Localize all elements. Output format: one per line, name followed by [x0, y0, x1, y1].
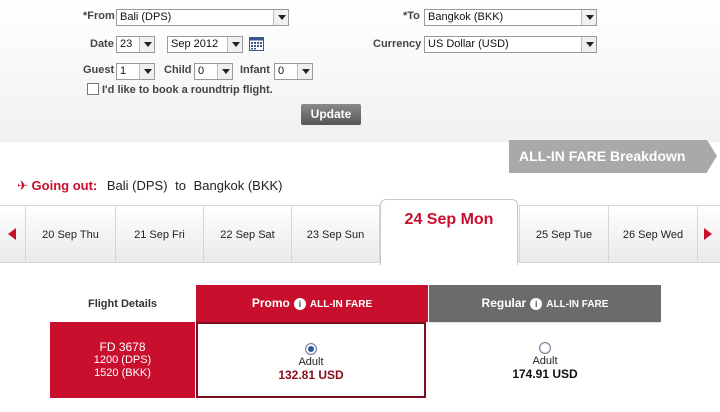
promo-radio[interactable]: [305, 343, 317, 355]
regular-price: 174.91 USD: [512, 367, 578, 381]
to-value: Bangkok (BKK): [428, 11, 504, 23]
info-icon[interactable]: i: [293, 298, 306, 310]
regular-sublabel: ALL-IN FARE: [546, 299, 609, 310]
guest-value: 1: [120, 65, 127, 77]
date-month-value: Sep 2012: [171, 38, 219, 50]
promo-sublabel: ALL-IN FARE: [309, 299, 373, 310]
roundtrip-checkbox[interactable]: [87, 83, 99, 95]
chevron-down-icon: [581, 10, 596, 25]
flight-arrival: 1520 (BKK): [94, 367, 151, 379]
chevron-down-icon: [581, 37, 596, 52]
promo-fare-header: Promo i ALL-IN FARE: [196, 285, 428, 322]
child-select[interactable]: 0: [194, 63, 233, 80]
promo-price: 132.81 USD: [278, 368, 344, 382]
date-tab[interactable]: 20 Sep Thu: [25, 205, 115, 263]
infant-select[interactable]: 0: [274, 63, 313, 80]
regular-passenger-type: Adult: [532, 355, 558, 367]
date-tab[interactable]: 22 Sep Sat: [203, 205, 291, 263]
from-label: *From: [83, 10, 115, 22]
date-day-value: 23: [120, 38, 133, 50]
flight-departure: 1200 (DPS): [93, 354, 152, 366]
currency-select[interactable]: US Dollar (USD): [424, 36, 597, 53]
flight-info-cell: FD 3678 1200 (DPS) 1520 (BKK): [50, 322, 195, 398]
update-button[interactable]: Update: [301, 104, 361, 125]
promo-label: Promo: [251, 296, 290, 310]
going-out-title: Going out:: [31, 178, 98, 193]
previous-dates-arrow-icon[interactable]: [8, 228, 16, 240]
currency-label: Currency: [373, 38, 422, 50]
regular-radio[interactable]: [539, 342, 551, 354]
chevron-down-icon: [139, 64, 154, 79]
chevron-down-icon: [227, 37, 242, 52]
date-label: Date: [90, 38, 114, 50]
date-tab[interactable]: 23 Sep Sun: [291, 205, 380, 263]
going-out-heading: ✈ Going out: Bali (DPS) to Bangkok (BKK): [17, 178, 283, 194]
chevron-down-icon: [217, 64, 232, 79]
promo-passenger-type: Adult: [298, 356, 324, 368]
going-out-origin: Bali (DPS): [106, 178, 168, 193]
date-month-select[interactable]: Sep 2012: [167, 36, 243, 53]
guest-select[interactable]: 1: [116, 63, 155, 80]
regular-fare-header: Regular i ALL-IN FARE: [429, 285, 661, 322]
to-select[interactable]: Bangkok (BKK): [424, 9, 597, 26]
child-label: Child: [164, 64, 192, 76]
date-tab[interactable]: 21 Sep Fri: [115, 205, 203, 263]
child-value: 0: [198, 65, 205, 77]
flight-details-header: Flight Details: [87, 298, 158, 310]
currency-value: US Dollar (USD): [428, 38, 509, 50]
going-out-connector: to: [175, 178, 187, 193]
infant-value: 0: [278, 65, 285, 77]
regular-fare-option[interactable]: Adult 174.91 USD: [430, 322, 660, 398]
chevron-down-icon: [273, 10, 288, 25]
date-tab[interactable]: 25 Sep Tue: [519, 205, 608, 263]
info-icon[interactable]: i: [530, 298, 543, 310]
roundtrip-label: I'd like to book a roundtrip flight.: [102, 84, 273, 96]
airplane-icon: ✈: [17, 178, 28, 193]
chevron-down-icon: [297, 64, 312, 79]
next-dates-arrow-icon[interactable]: [704, 228, 712, 240]
date-tab-selected[interactable]: 24 Sep Mon: [380, 199, 518, 265]
calendar-icon[interactable]: [249, 36, 264, 51]
flight-number: FD 3678: [99, 340, 146, 354]
going-out-destination: Bangkok (BKK): [193, 178, 283, 193]
promo-fare-option[interactable]: Adult 132.81 USD: [196, 322, 426, 398]
chevron-down-icon: [139, 37, 154, 52]
infant-label: Infant: [240, 64, 270, 76]
date-day-select[interactable]: 23: [116, 36, 155, 53]
from-value: Bali (DPS): [120, 11, 172, 23]
from-select[interactable]: Bali (DPS): [116, 9, 289, 26]
to-label: *To: [403, 10, 420, 22]
date-tab[interactable]: 26 Sep Wed: [608, 205, 698, 263]
guest-label: Guest: [83, 64, 115, 76]
regular-label: Regular: [481, 296, 527, 310]
all-in-fare-breakdown-button[interactable]: ALL-IN FARE Breakdown: [509, 140, 717, 173]
